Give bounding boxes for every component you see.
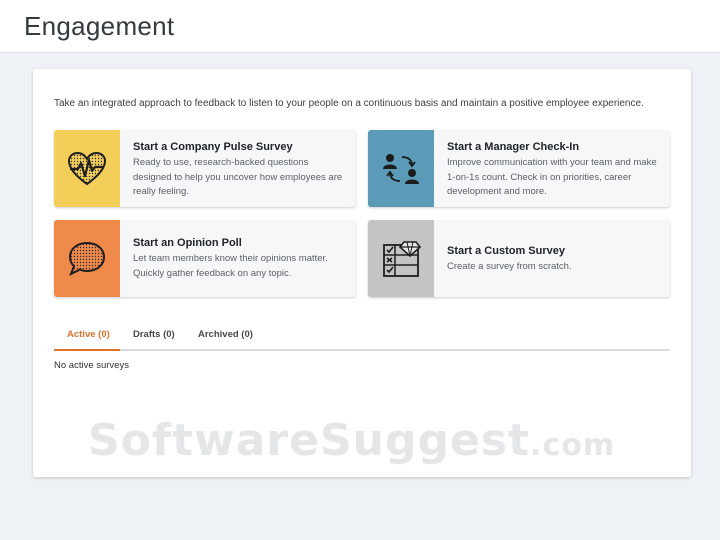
- watermark-main: SoftwareSuggest: [88, 415, 531, 466]
- pulse-survey-title: Start a Company Pulse Survey: [133, 141, 293, 153]
- active-tab-indicator: [54, 349, 120, 351]
- tab-drafts[interactable]: Drafts (0): [133, 329, 175, 340]
- survey-tabs: Active (0) Drafts (0) Archived (0): [54, 320, 670, 351]
- empty-state-text: No active surveys: [54, 360, 129, 371]
- page-title: Engagement: [24, 11, 175, 41]
- watermark-suffix: .com: [530, 428, 616, 463]
- opinion-poll-desc: Let team members know their opinions mat…: [133, 253, 328, 279]
- top-header: Engagement: [0, 0, 720, 53]
- custom-survey-tile[interactable]: Start a Custom Survey Create a survey fr…: [368, 220, 670, 297]
- manager-checkin-tile[interactable]: Start a Manager Check-In Improve communi…: [368, 130, 670, 207]
- pulse-survey-tile[interactable]: Start a Company Pulse Survey Ready to us…: [54, 130, 356, 207]
- custom-survey-title: Start a Custom Survey: [447, 245, 565, 257]
- watermark: SoftwareSuggest.com: [88, 415, 615, 466]
- heart-pulse-icon: [54, 130, 120, 207]
- pulse-survey-desc: Ready to use, research-backed questions …: [133, 157, 343, 197]
- intro-text: Take an integrated approach to feedback …: [54, 98, 644, 109]
- people-exchange-icon: [368, 130, 434, 207]
- engagement-card: Take an integrated approach to feedback …: [33, 69, 691, 477]
- opinion-poll-title: Start an Opinion Poll: [133, 237, 242, 249]
- custom-survey-desc: Create a survey from scratch.: [447, 261, 572, 272]
- tab-active[interactable]: Active (0): [67, 329, 110, 340]
- speech-bubble-icon: [54, 220, 120, 297]
- tab-archived[interactable]: Archived (0): [198, 329, 253, 340]
- opinion-poll-tile[interactable]: Start an Opinion Poll Let team members k…: [54, 220, 356, 297]
- manager-checkin-title: Start a Manager Check-In: [447, 141, 580, 153]
- manager-checkin-desc: Improve communication with your team and…: [447, 157, 657, 197]
- checklist-diamond-icon: [368, 220, 434, 297]
